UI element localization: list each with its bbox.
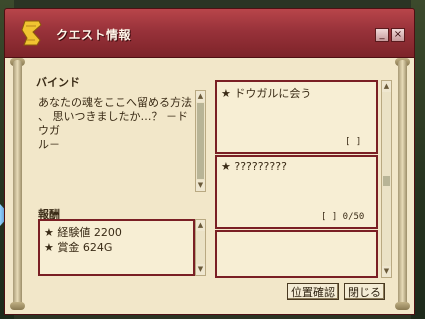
- scroll-rod-cap: [10, 302, 25, 310]
- scroll-down-arrow-icon[interactable]: ▼: [196, 264, 205, 275]
- reward-exp: ★ 経験値 2200: [44, 226, 122, 239]
- close-button[interactable]: 閉じる: [344, 283, 385, 300]
- close-window-button[interactable]: ×: [391, 28, 405, 42]
- quest-description: あなたの魂をここへ留める方法 、 思いつきましたか…？ －ドウガ ル－: [38, 96, 192, 151]
- rewards-scrollbar[interactable]: ▲ ▼: [195, 219, 206, 276]
- objective-1-text: ★ ドウガルに会う: [221, 87, 312, 100]
- scroll-up-arrow-icon[interactable]: ▲: [196, 220, 205, 231]
- reward-gold: ★ 賞金 624G: [44, 241, 113, 254]
- objectives-scrollbar[interactable]: ▲ ▼: [381, 80, 392, 278]
- quest-name: バインド: [36, 76, 80, 89]
- window-title: クエスト情報: [56, 28, 132, 42]
- scrollbar-thumb[interactable]: [383, 176, 390, 186]
- window-body: バインド あなたの魂をここへ留める方法 、 思いつきましたか…？ －ドウガ ル－…: [4, 58, 415, 315]
- scroll-up-arrow-icon[interactable]: ▲: [196, 91, 205, 102]
- scroll-down-arrow-icon[interactable]: ▼: [196, 180, 205, 191]
- objective-box-3[interactable]: [215, 230, 378, 278]
- objective-1-progress: [ ]: [345, 137, 362, 147]
- scroll-rod-cap: [395, 302, 410, 310]
- locate-button[interactable]: 位置確認: [287, 283, 339, 300]
- objective-2-progress: [ ] 0/50: [321, 212, 365, 222]
- scroll-up-arrow-icon[interactable]: ▲: [382, 81, 391, 92]
- scrollbar-thumb[interactable]: [197, 103, 204, 179]
- minimize-button[interactable]: _: [375, 28, 389, 42]
- description-scrollbar[interactable]: ▲ ▼: [195, 90, 206, 192]
- scroll-rod-left: [13, 60, 22, 306]
- window-titlebar[interactable]: クエスト情報 _ ×: [4, 8, 415, 58]
- scroll-down-arrow-icon[interactable]: ▼: [382, 266, 391, 277]
- quest-info-window: クエスト情報 _ × バインド あなたの魂をここへ留める方法 、 思いつきました…: [4, 8, 415, 315]
- quest-scroll-icon: [21, 20, 42, 46]
- scroll-rod-right: [398, 60, 407, 306]
- objective-2-text: ★ ?????????: [221, 160, 287, 173]
